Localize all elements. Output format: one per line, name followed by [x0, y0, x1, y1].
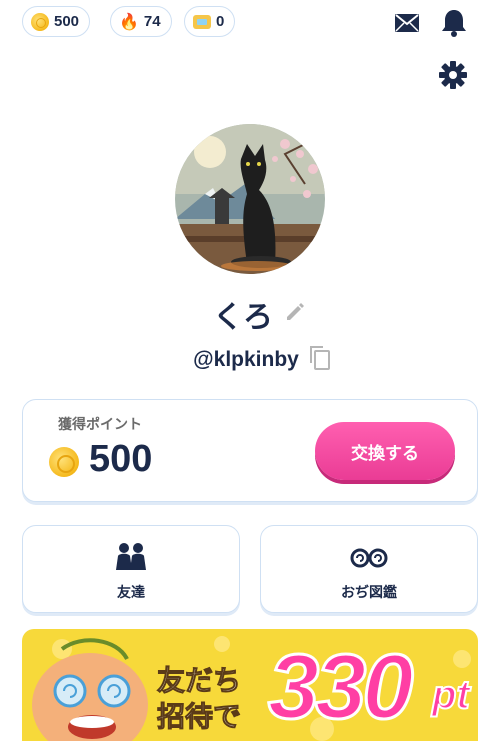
banner-line2: 招待で [156, 700, 242, 734]
points-value: 500 [89, 438, 153, 480]
profile-handle: @klpkinby [193, 348, 299, 371]
banner-unit: pt [431, 672, 471, 718]
profile-name: くろ [213, 301, 273, 334]
points-card: 獲得ポイント 500 交換する [22, 399, 478, 502]
friends-button[interactable]: 友達 [22, 525, 240, 613]
streak-count: 74 [143, 13, 161, 30]
avatar[interactable] [175, 124, 325, 274]
coin-icon [31, 12, 49, 31]
ticket-count: 0 [216, 13, 225, 30]
profile-name-row: くろ [0, 292, 500, 336]
gear-icon[interactable] [438, 60, 468, 90]
ticket-counter[interactable]: 0 [184, 6, 236, 37]
bell-icon[interactable] [440, 8, 468, 38]
copy-icon[interactable] [309, 345, 331, 375]
mail-icon[interactable] [394, 13, 420, 33]
coin-count: 500 [54, 13, 80, 30]
flame-icon: 🔥 [119, 11, 139, 31]
profile-handle-row: @klpkinby [0, 345, 500, 375]
friends-icon [113, 542, 149, 576]
glasses-icon [349, 542, 389, 576]
banner-amount: 330 [267, 635, 415, 740]
edit-icon[interactable] [283, 300, 307, 328]
points-label: 獲得ポイント [58, 417, 142, 433]
zukan-label: おぢ図鑑 [341, 585, 397, 601]
coin-icon [49, 447, 79, 477]
ticket-icon [193, 14, 211, 29]
friends-label: 友達 [117, 585, 145, 601]
banner-line1: 友だち [156, 664, 242, 698]
streak-counter[interactable]: 🔥 74 [110, 6, 172, 37]
invite-banner[interactable]: 友だち 招待で 330 pt [22, 629, 478, 741]
coin-counter[interactable]: 500 [22, 6, 91, 37]
exchange-button[interactable]: 交換する [315, 422, 455, 480]
zukan-button[interactable]: おぢ図鑑 [260, 525, 478, 613]
